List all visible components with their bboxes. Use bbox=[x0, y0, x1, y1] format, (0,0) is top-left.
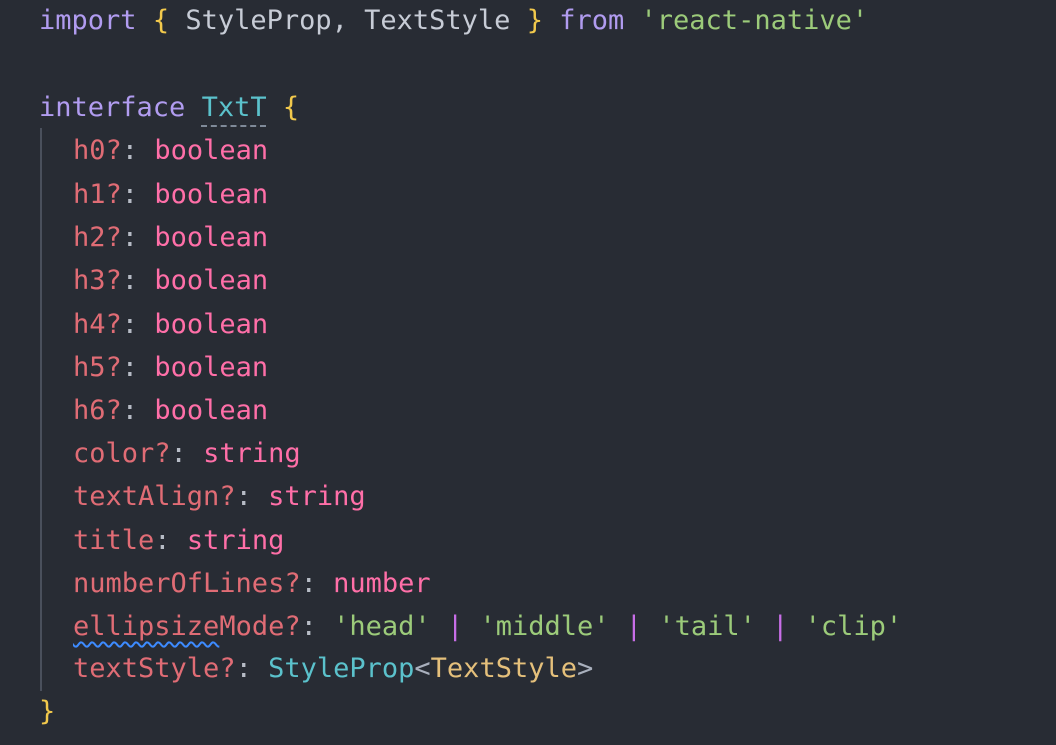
import-module-string: 'react-native' bbox=[640, 5, 869, 36]
interface-name: TxtT bbox=[201, 92, 267, 123]
prop-colon: : bbox=[121, 179, 139, 210]
code-line-prop[interactable]: textAlign?: string bbox=[73, 477, 366, 517]
prop-name: h4? bbox=[73, 309, 122, 340]
indent-guide bbox=[40, 128, 42, 691]
prop-colon: : bbox=[235, 481, 252, 512]
import-names: StyleProp, TextStyle bbox=[169, 5, 527, 36]
type-argument: TextStyle bbox=[430, 653, 577, 684]
interface-brace-open: { bbox=[282, 92, 300, 123]
keyword-from: from bbox=[559, 5, 625, 36]
prop-colon: : bbox=[121, 352, 139, 383]
import-brace-close: } bbox=[526, 5, 543, 36]
prop-name: h5? bbox=[73, 352, 122, 383]
prop-name: color? bbox=[73, 438, 171, 469]
code-line-prop[interactable]: h1?: boolean bbox=[73, 175, 268, 215]
code-line-prop[interactable]: h6?: boolean bbox=[73, 391, 268, 431]
prop-type: boolean bbox=[154, 395, 269, 426]
prop-colon: : bbox=[121, 265, 139, 296]
prop-name: h0? bbox=[73, 135, 122, 166]
prop-name: title bbox=[73, 525, 155, 556]
union-pipe: | bbox=[772, 611, 789, 642]
prop-colon: : bbox=[121, 135, 139, 166]
union-pipe: | bbox=[446, 611, 464, 642]
code-line-ellipsize-mode[interactable]: ellipsizeMode?: 'head' | 'middle' | 'tai… bbox=[73, 607, 902, 647]
prop-type: boolean bbox=[154, 179, 269, 210]
angle-open: < bbox=[414, 653, 431, 684]
type-reference: StyleProp bbox=[268, 653, 415, 684]
code-editor[interactable]: import { StyleProp, TextStyle } from 're… bbox=[0, 0, 1056, 745]
prop-colon: : bbox=[170, 438, 187, 469]
import-brace-open: { bbox=[152, 5, 170, 36]
union-pipe: | bbox=[625, 611, 643, 642]
prop-type: string bbox=[203, 438, 301, 469]
prop-type: boolean bbox=[154, 352, 269, 383]
prop-colon: : bbox=[154, 525, 171, 556]
code-line-prop[interactable]: h0?: boolean bbox=[73, 131, 268, 171]
prop-name: h3? bbox=[73, 265, 122, 296]
prop-name-error-squiggle[interactable]: ellipsize bbox=[73, 611, 219, 642]
prop-type: string bbox=[186, 525, 285, 556]
code-line-interface[interactable]: interface TxtT { bbox=[39, 88, 299, 128]
code-line-prop[interactable]: numberOfLines?: number bbox=[73, 564, 431, 604]
prop-colon: : bbox=[121, 395, 139, 426]
prop-name: textStyle? bbox=[73, 653, 236, 684]
prop-name-rest: Mode? bbox=[219, 611, 301, 642]
code-line-prop[interactable]: color?: string bbox=[73, 434, 301, 474]
angle-close: > bbox=[576, 653, 594, 684]
prop-name: h1? bbox=[73, 179, 122, 210]
prop-type: boolean bbox=[154, 222, 269, 253]
prop-type: boolean bbox=[154, 265, 269, 296]
prop-name: h6? bbox=[73, 395, 122, 426]
prop-colon: : bbox=[235, 653, 252, 684]
keyword-interface: interface bbox=[39, 92, 186, 123]
prop-type: number bbox=[333, 568, 431, 599]
code-line-text-style[interactable]: textStyle?: StyleProp<TextStyle> bbox=[73, 649, 593, 689]
prop-colon: : bbox=[300, 568, 317, 599]
interface-brace-close: } bbox=[39, 696, 56, 727]
code-line-prop[interactable]: h5?: boolean bbox=[73, 348, 268, 388]
prop-name: h2? bbox=[73, 222, 122, 253]
prop-type: boolean bbox=[154, 309, 269, 340]
code-line-import[interactable]: import { StyleProp, TextStyle } from 're… bbox=[39, 1, 868, 41]
code-line-closing-brace[interactable]: } bbox=[39, 692, 55, 732]
prop-colon: : bbox=[300, 611, 317, 642]
prop-name: textAlign? bbox=[73, 481, 236, 512]
prop-colon: : bbox=[121, 222, 139, 253]
literal-value: 'middle' bbox=[479, 611, 610, 642]
code-line-prop[interactable]: h4?: boolean bbox=[73, 305, 268, 345]
prop-type: boolean bbox=[154, 135, 269, 166]
literal-value: 'clip' bbox=[804, 611, 903, 642]
keyword-import: import bbox=[39, 5, 137, 36]
code-line-prop[interactable]: h2?: boolean bbox=[73, 218, 268, 258]
literal-value: 'head' bbox=[333, 611, 431, 642]
prop-name: numberOfLines? bbox=[73, 568, 301, 599]
code-line-prop[interactable]: h3?: boolean bbox=[73, 261, 268, 301]
prop-type: string bbox=[268, 481, 366, 512]
prop-colon: : bbox=[121, 309, 139, 340]
literal-value: 'tail' bbox=[658, 611, 756, 642]
code-line-prop[interactable]: title: string bbox=[73, 521, 284, 561]
